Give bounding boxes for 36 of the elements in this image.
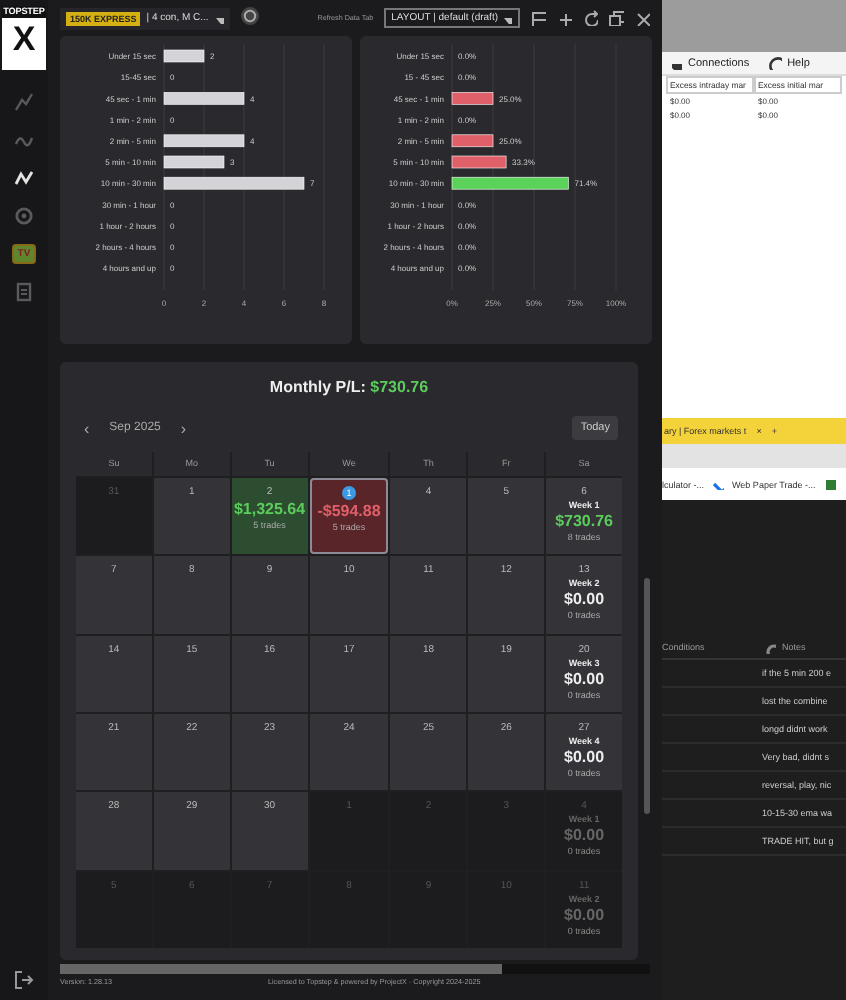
refresh-icon[interactable] [582,10,598,26]
bar [163,49,205,63]
chevron-icon [712,478,725,490]
bar [163,155,225,169]
profit-amount: -$594.88 [317,502,381,520]
plus-icon[interactable] [556,10,572,26]
bar [163,176,305,190]
previous-month-button[interactable]: ‹ [80,419,94,437]
grid-icon[interactable] [530,10,546,26]
document-icon[interactable] [14,282,34,302]
bar [451,155,507,169]
close-icon[interactable] [634,10,650,26]
bar [451,92,494,105]
monthly-total: Monthly P/L: $730.76 [267,376,431,400]
scrollbar-thumb[interactable] [60,964,503,974]
bookmark-icon [823,478,836,490]
profit-amount: $0.00 [564,590,605,609]
scrollbar-thumb[interactable] [644,578,650,814]
profit-amount: $0.00 [564,905,605,924]
bar [451,176,569,190]
next-month-button[interactable]: › [176,419,191,437]
logout-icon[interactable] [14,970,34,990]
bar [163,92,245,105]
chart-icon[interactable] [14,92,34,112]
caret-icon [502,13,512,23]
clock-icon[interactable] [240,6,265,30]
profit-amount: $0.00 [564,669,605,688]
profit-amount: $730.76 [555,512,613,530]
profit-amount: $0.00 [564,826,605,845]
bar [451,134,494,148]
profit-amount: $1,325.64 [233,500,306,518]
windows-icon[interactable] [608,10,624,26]
zigzag-icon[interactable] [14,168,34,188]
caret-icon [214,13,225,23]
profit-amount: $0.00 [564,747,605,766]
bar [163,134,245,148]
